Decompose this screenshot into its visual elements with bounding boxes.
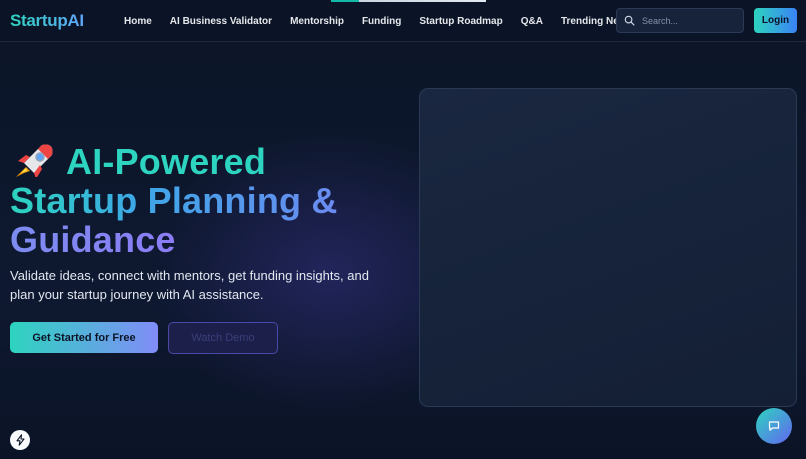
hero-subtitle: Validate ideas, connect with mentors, ge… <box>10 268 369 302</box>
nav-link-qa[interactable]: Q&A <box>521 16 543 27</box>
hero-title: AI-Powered Startup Planning & Guidance <box>10 142 410 259</box>
search-box[interactable] <box>616 8 744 33</box>
nav-link-home[interactable]: Home <box>124 16 152 27</box>
hero-media-panel <box>419 88 797 407</box>
brand-logo[interactable]: StartupAI <box>10 11 84 31</box>
search-icon <box>624 15 635 26</box>
navbar: StartupAI Home AI Business Validator Men… <box>0 0 806 42</box>
login-button[interactable]: Login <box>754 8 797 33</box>
hero-title-line-2: Startup Planning & <box>10 180 338 221</box>
nav-link-ai-business-validator[interactable]: AI Business Validator <box>170 16 272 27</box>
nav-link-mentorship[interactable]: Mentorship <box>290 16 344 27</box>
hero-title-line-3: Guidance <box>10 219 176 260</box>
rocket-icon <box>16 144 53 177</box>
nav-link-funding[interactable]: Funding <box>362 16 401 27</box>
nav-links: Home AI Business Validator Mentorship Fu… <box>124 0 650 42</box>
watch-demo-button[interactable]: Watch Demo <box>168 322 278 354</box>
bolt-badge[interactable] <box>10 430 30 450</box>
nav-link-startup-roadmap[interactable]: Startup Roadmap <box>419 16 502 27</box>
chat-icon <box>768 421 780 431</box>
chat-button[interactable] <box>756 408 792 444</box>
search-input[interactable] <box>642 15 737 26</box>
bolt-icon <box>15 434 25 446</box>
get-started-button[interactable]: Get Started for Free <box>10 322 158 353</box>
hero-title-line-1: AI-Powered <box>10 142 410 181</box>
